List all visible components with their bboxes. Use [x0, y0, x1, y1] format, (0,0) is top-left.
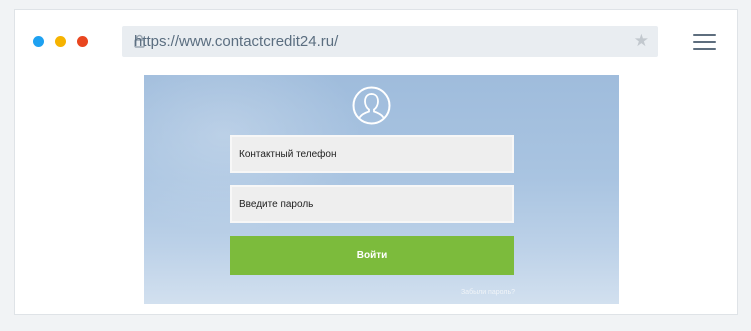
url-text[interactable]: https://www.contactcredit24.ru/ [134, 33, 338, 50]
phone-input[interactable] [230, 135, 514, 173]
window-dot-yellow[interactable] [55, 36, 66, 47]
forgot-password-link[interactable]: Забыли пароль? [461, 289, 515, 296]
user-avatar-icon [352, 86, 391, 125]
password-input[interactable] [230, 185, 514, 223]
star-icon[interactable]: ★ [634, 32, 649, 49]
window-dot-red[interactable] [77, 36, 88, 47]
login-button[interactable]: Войти [230, 236, 514, 275]
menu-icon[interactable] [693, 34, 716, 50]
window-dot-blue[interactable] [33, 36, 44, 47]
page-viewport: Войти Забыли пароль? [144, 75, 619, 304]
browser-window: https://www.contactcredit24.ru/ ★ Войти … [14, 9, 738, 315]
address-bar[interactable]: https://www.contactcredit24.ru/ ★ [122, 26, 658, 57]
